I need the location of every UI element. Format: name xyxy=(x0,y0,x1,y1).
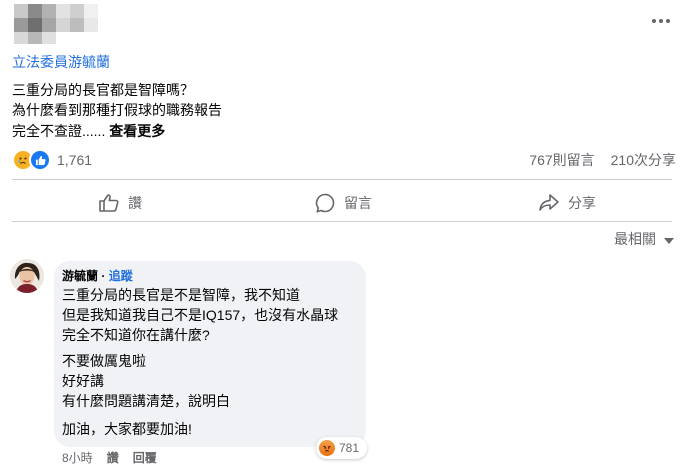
comment-button[interactable]: 留言 xyxy=(314,190,372,216)
comment-text-line-3: 完全不知道你在講什麼? xyxy=(62,327,210,343)
comment-text-line-4: 不要做厲鬼啦 xyxy=(62,353,146,369)
post-text-line-1: 三重分局的長官都是智障嗎？ xyxy=(12,82,194,98)
sort-label: 最相關 xyxy=(614,231,656,247)
comment-reaction-badge[interactable]: 781 xyxy=(316,437,368,459)
comment-separator: · xyxy=(98,269,109,283)
angry-icon xyxy=(319,440,335,456)
reaction-count: 1,761 xyxy=(57,152,93,168)
commenter-avatar[interactable] xyxy=(10,259,44,293)
comment-text-line-6: 有什麼問題講清楚，說明白 xyxy=(62,393,230,409)
divider xyxy=(12,179,672,180)
sort-dropdown[interactable]: 最相關 xyxy=(614,229,674,249)
thumbs-up-icon xyxy=(98,193,120,213)
comment-reaction-count: 781 xyxy=(339,441,360,455)
share-button-label: 分享 xyxy=(568,195,596,211)
reaction-summary[interactable]: 1,761 xyxy=(12,149,93,171)
see-more-link[interactable]: 查看更多 xyxy=(109,123,165,139)
like-button[interactable]: 讚 xyxy=(98,190,142,216)
comment-header: 游毓蘭 · 追蹤 xyxy=(62,267,133,284)
share-button[interactable]: 分享 xyxy=(538,190,596,216)
more-options-icon[interactable] xyxy=(650,16,672,26)
comment-like-button[interactable]: 讚 xyxy=(107,449,119,466)
comment-count-link[interactable]: 767則留言 xyxy=(529,150,594,170)
post-stats: 767則留言 210次分享 xyxy=(529,150,676,170)
comment-bubble: 游毓蘭 · 追蹤 三重分局的長官是不是智障，我不知道 但是我知道我自己不是IQ1… xyxy=(54,261,366,447)
divider xyxy=(12,221,672,222)
comment-time[interactable]: 8小時 xyxy=(62,449,93,466)
like-icon xyxy=(29,149,51,171)
comment-author[interactable]: 游毓蘭 xyxy=(62,269,98,283)
comment-text-line-5: 好好講 xyxy=(62,373,104,389)
share-arrow-icon xyxy=(538,193,560,213)
follow-link[interactable]: 追蹤 xyxy=(109,269,133,283)
post-author-link[interactable]: 立法委員游毓蘭 xyxy=(12,52,110,72)
share-count-link[interactable]: 210次分享 xyxy=(611,150,676,170)
post-text-line-2: 為什麼看到那種打假球的職務報告 xyxy=(12,102,222,118)
comment-button-label: 留言 xyxy=(344,195,372,211)
comment-meta: 8小時 讚 回覆 xyxy=(62,449,157,466)
blurred-page-header xyxy=(14,4,104,44)
comment-reply-button[interactable]: 回覆 xyxy=(133,449,157,466)
caret-down-icon xyxy=(664,231,674,247)
comment-text-line-2: 但是我知道我自己不是IQ157，也沒有水晶球 xyxy=(62,307,339,323)
comment-text-line-1: 三重分局的長官是不是智障，我不知道 xyxy=(62,287,300,303)
post-text-line-3: 完全不查證...... 查看更多 xyxy=(12,121,165,141)
comment-bubble-icon xyxy=(314,192,336,214)
post-text-line-3-text: 完全不查證...... xyxy=(12,123,106,139)
like-button-label: 讚 xyxy=(128,195,142,211)
comment-text-line-7: 加油，大家都要加油! xyxy=(62,421,192,437)
